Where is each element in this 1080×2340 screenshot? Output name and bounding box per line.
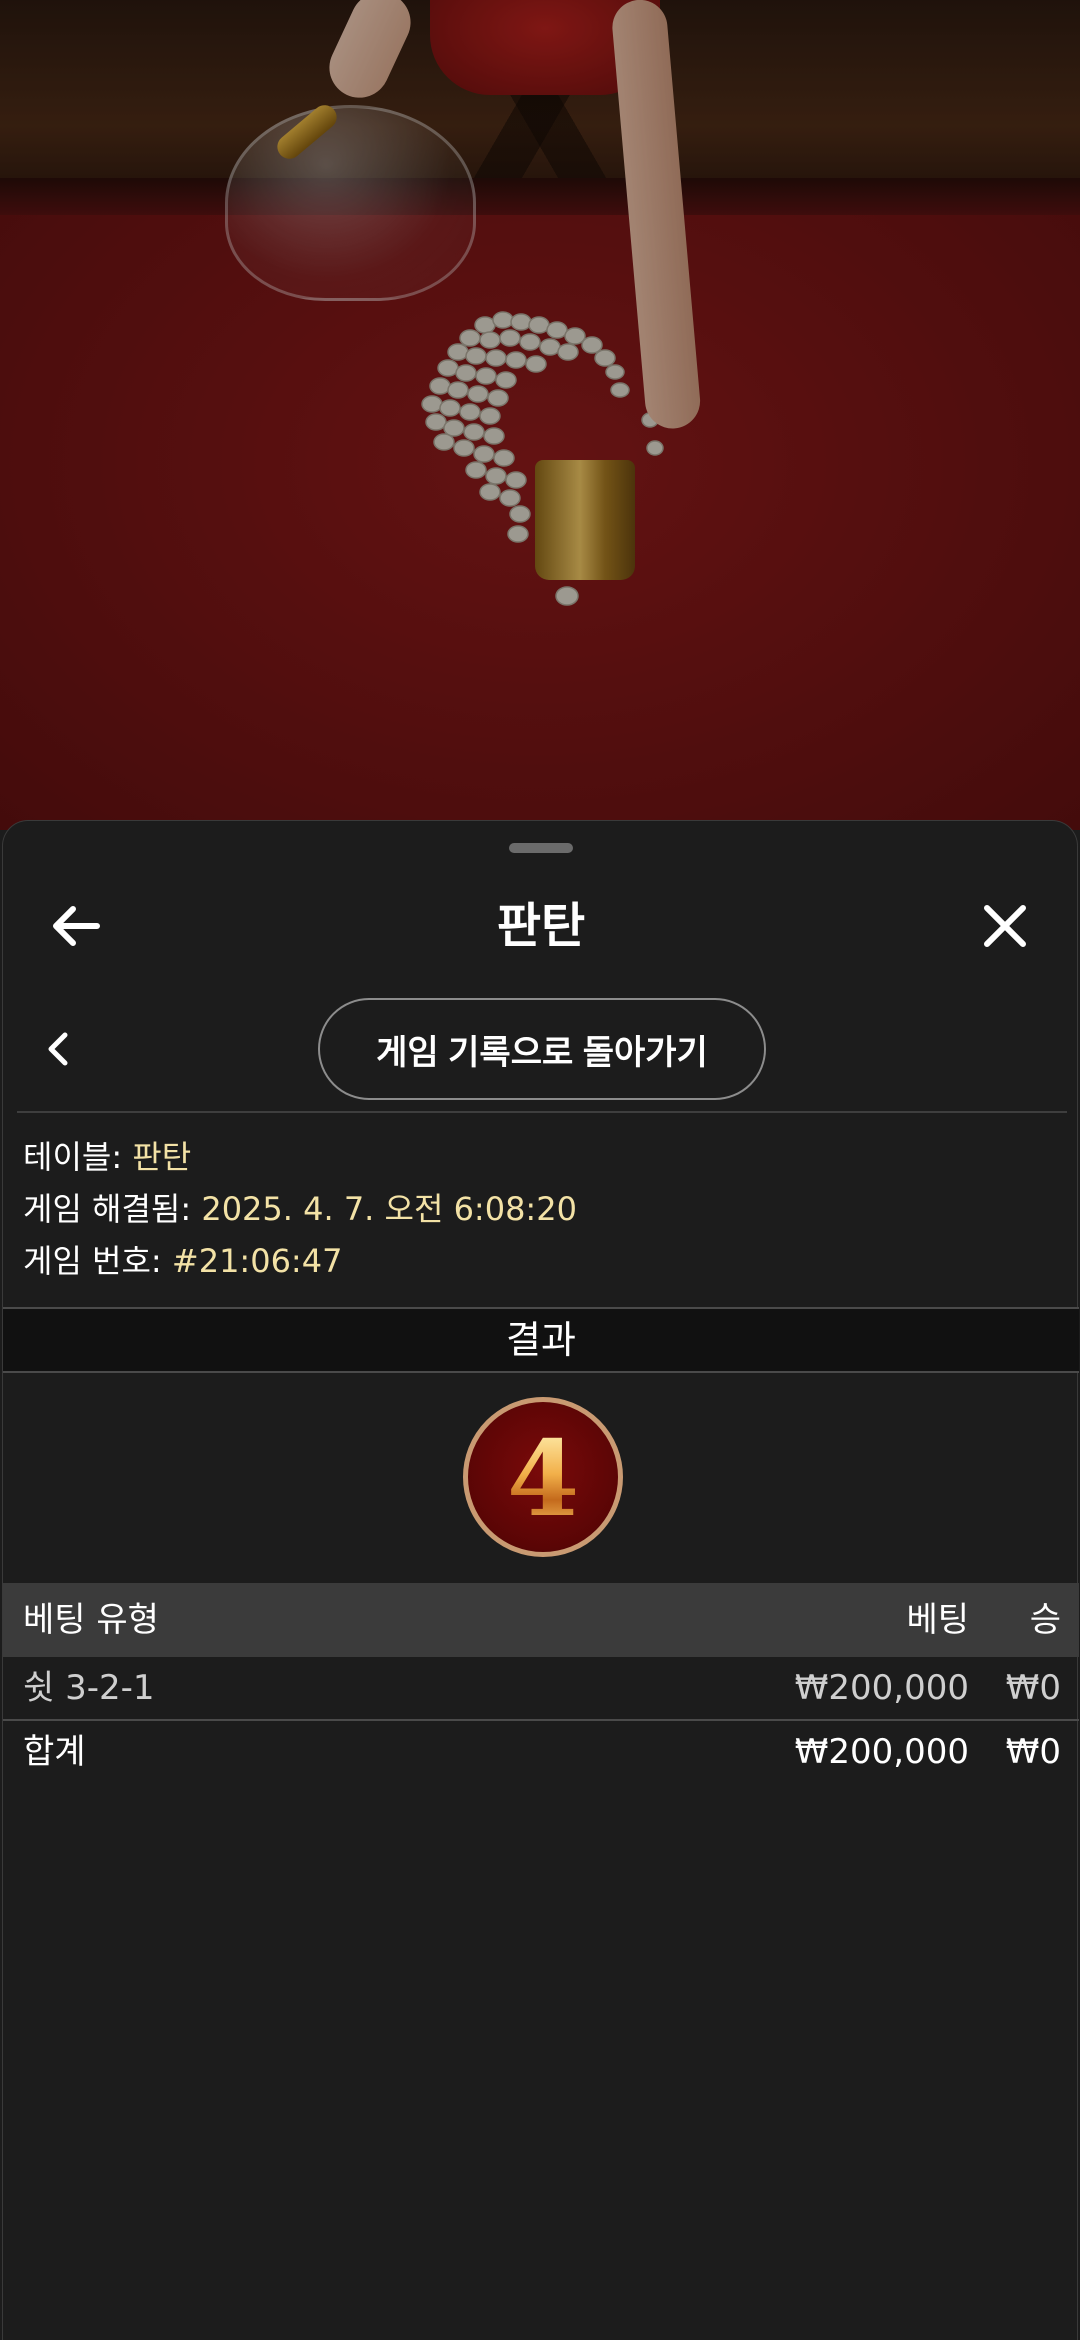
chevron-left-icon[interactable] bbox=[43, 1029, 73, 1069]
back-to-history-button[interactable]: 게임 기록으로 돌아가기 bbox=[318, 998, 766, 1100]
column-win: 승 bbox=[1029, 1600, 1061, 1640]
game-number-label: 게임 번호: bbox=[23, 1242, 172, 1280]
game-info: 테이블: 판탄 게임 해결됨: 2025. 4. 7. 오전 6:08:20 게… bbox=[23, 1131, 1063, 1287]
table-value: 판탄 bbox=[132, 1138, 192, 1176]
table-row: 쉿 3-2-1 ₩200,000 ₩0 bbox=[3, 1657, 1079, 1721]
total-row: 합계 ₩200,000 ₩0 bbox=[3, 1721, 1079, 1783]
game-history-sheet: 판탄 게임 기록으로 돌아가기 테이블: 판탄 게임 해결됨: 2025. 4.… bbox=[2, 820, 1079, 2340]
result-number: 4 bbox=[506, 1417, 580, 1540]
result-heading: 결과 bbox=[3, 1307, 1079, 1373]
history-nav: 게임 기록으로 돌아가기 bbox=[3, 993, 1079, 1103]
resolved-value: 2025. 4. 7. 오전 6:08:20 bbox=[201, 1190, 577, 1228]
win-amount-cell: ₩0 bbox=[1005, 1668, 1061, 1708]
total-bet-cell: ₩200,000 bbox=[794, 1732, 969, 1772]
total-label: 합계 bbox=[23, 1732, 86, 1772]
column-bet-type: 베팅 유형 bbox=[23, 1600, 159, 1640]
bet-amount-cell: ₩200,000 bbox=[794, 1668, 969, 1708]
live-video-feed bbox=[0, 0, 1080, 830]
game-number-value: #21:06:47 bbox=[171, 1242, 343, 1280]
bets-table-header: 베팅 유형 베팅 승 bbox=[3, 1583, 1079, 1657]
column-bet: 베팅 bbox=[906, 1600, 969, 1640]
video-dim-overlay bbox=[0, 0, 1080, 830]
total-win-cell: ₩0 bbox=[1005, 1732, 1061, 1772]
bet-type-cell: 쉿 3-2-1 bbox=[23, 1668, 155, 1708]
divider bbox=[17, 1111, 1067, 1113]
resolved-label: 게임 해결됨: bbox=[23, 1190, 202, 1228]
resolved-info-row: 게임 해결됨: 2025. 4. 7. 오전 6:08:20 bbox=[23, 1183, 1063, 1235]
sheet-drag-handle[interactable] bbox=[509, 843, 573, 853]
table-info-row: 테이블: 판탄 bbox=[23, 1131, 1063, 1183]
table-label: 테이블: bbox=[23, 1138, 133, 1176]
close-icon[interactable] bbox=[981, 902, 1029, 950]
page-title: 판탄 bbox=[496, 898, 586, 954]
game-number-row: 게임 번호: #21:06:47 bbox=[23, 1235, 1063, 1287]
result-badge: 4 bbox=[463, 1397, 623, 1557]
sheet-header: 판탄 bbox=[3, 876, 1079, 976]
